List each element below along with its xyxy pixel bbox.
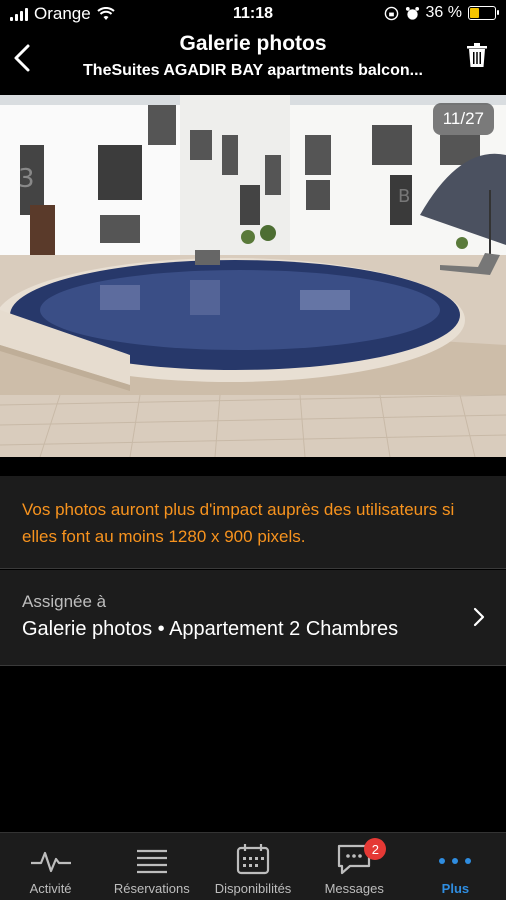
svg-text:3: 3 — [18, 164, 35, 194]
resolution-notice: Vos photos auront plus d'impact auprès d… — [0, 476, 506, 569]
tab-label-plus: Plus — [441, 881, 470, 896]
battery-percent: 36 % — [425, 4, 462, 21]
activity-icon — [30, 851, 71, 873]
assigned-label: Assignée à — [22, 592, 107, 611]
tab-plus[interactable]: Plus — [405, 833, 506, 900]
tab-label-activite: Activité — [29, 881, 72, 896]
tab-reservations[interactable]: Réservations — [101, 833, 202, 900]
tab-label-disponibilites: Disponibilités — [214, 881, 292, 896]
tab-bar: Activité Réservations Disponibilités Mes… — [0, 832, 506, 900]
status-bar: Orange 11:18 36 % — [0, 0, 506, 28]
chevron-right-icon — [473, 607, 485, 627]
page-subtitle: TheSuites AGADIR BAY apartments balcon..… — [83, 62, 423, 79]
gallery-photo[interactable]: 3 B 11/27 — [0, 95, 506, 457]
tab-messages[interactable]: Messages 2 — [304, 833, 405, 900]
messages-badge: 2 — [364, 838, 387, 860]
svg-text:B: B — [398, 186, 410, 207]
assigned-row[interactable]: Assignée à Galerie photos • Appartement … — [0, 570, 506, 666]
tab-label-reservations: Réservations — [113, 881, 190, 896]
pool-building-image: 3 B — [0, 95, 506, 457]
page-title: Galerie photos — [179, 32, 327, 55]
tab-activite[interactable]: Activité — [0, 833, 101, 900]
back-chevron-icon[interactable] — [8, 38, 38, 78]
header: Galerie photos TheSuites AGADIR BAY apar… — [0, 28, 506, 94]
trash-icon[interactable] — [466, 42, 488, 68]
battery-icon — [468, 6, 499, 20]
assigned-value: Galerie photos • Appartement 2 Chambres — [22, 618, 399, 640]
tab-label-messages: Messages — [324, 881, 384, 896]
list-icon — [136, 849, 167, 874]
rotation-lock-icon — [384, 6, 398, 20]
calendar-icon — [236, 844, 270, 875]
photo-counter: 11/27 — [432, 103, 494, 135]
tab-disponibilites[interactable]: Disponibilités — [202, 833, 303, 900]
more-icon — [439, 858, 472, 864]
alarm-icon — [405, 6, 419, 20]
